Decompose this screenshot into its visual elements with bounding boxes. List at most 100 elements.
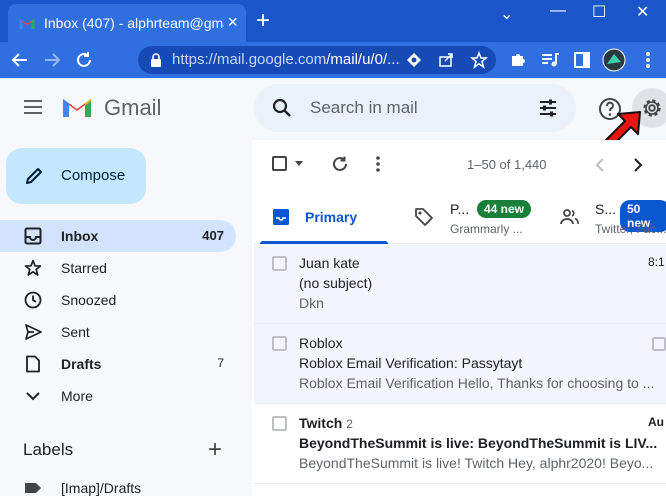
email-checkbox[interactable] (272, 256, 287, 271)
gmail-logo-text[interactable]: Gmail (104, 95, 161, 121)
create-label-button[interactable]: + (208, 436, 222, 464)
sidebar-label-imap-drafts[interactable]: [Imap]/Drafts (0, 472, 236, 496)
email-snippet: Roblox Email Verification Hello, Thanks … (299, 375, 655, 391)
sidebar-item-label: More (61, 388, 93, 404)
tab-primary[interactable]: Primary (254, 190, 389, 244)
send-icon (25, 324, 42, 340)
chevron-down-icon (26, 392, 40, 401)
main-menu-icon[interactable] (22, 98, 44, 116)
pagination-text: 1–50 of 1,440 (467, 157, 547, 172)
clock-icon (24, 291, 42, 309)
url-text: https://mail.google.com/mail/u/0/... (172, 51, 400, 68)
tab-label: P... (450, 201, 470, 217)
email-sender: Roblox (299, 335, 343, 351)
star-icon (24, 259, 42, 276)
select-dropdown-icon[interactable] (294, 160, 304, 168)
tab-close-button[interactable]: × (227, 13, 238, 31)
tab-promotions[interactable]: P... 44 new Grammarly ... (400, 190, 540, 244)
labels-heading: Labels (23, 440, 74, 459)
tab-subtitle: Grammarly ... (450, 222, 523, 236)
extensions-icon[interactable] (506, 48, 530, 72)
forward-arrow-icon[interactable] (40, 48, 64, 72)
browser-tab[interactable]: Inbox (407) - alphrteam@gmail.c × (8, 4, 246, 42)
gmail-logo-icon[interactable] (61, 95, 93, 119)
email-row[interactable]: Roblox Roblox Email Verification: Passyt… (254, 324, 666, 404)
email-snippet: BeyondTheSummit is live! Twitch Hey, alp… (299, 455, 654, 471)
sidebar-item-drafts[interactable]: Drafts 7 (0, 348, 236, 380)
browser-titlebar: Inbox (407) - alphrteam@gmail.c × + ⌄ — … (0, 0, 666, 42)
new-count-badge: 44 new (477, 200, 532, 218)
menu-kebab-icon[interactable] (636, 48, 660, 72)
email-sender-name: Twitch (299, 415, 343, 431)
email-subject: (no subject) (299, 275, 373, 291)
inbox-icon (24, 227, 42, 245)
chevron-right-icon[interactable] (632, 157, 644, 173)
email-time: 8:1 (648, 255, 665, 269)
drafts-count: 7 (217, 356, 224, 370)
sidebar-item-starred[interactable]: Starred (0, 252, 236, 284)
sidebar-item-more[interactable]: More (0, 380, 236, 412)
email-checkbox[interactable] (272, 416, 287, 431)
sidebar-item-sent[interactable]: Sent (0, 316, 236, 348)
sidebar-item-label: Snoozed (61, 292, 117, 308)
sidebar-item-label: Sent (61, 324, 90, 340)
thread-count: 2 (346, 417, 353, 431)
email-subject: Roblox Email Verification: Passytayt (299, 355, 523, 371)
sidebar-item-label: Starred (61, 260, 107, 276)
sidebar-item-label: Inbox (61, 228, 99, 244)
email-time: Au (648, 415, 664, 429)
reload-icon[interactable] (72, 48, 96, 72)
sidebar-item-snoozed[interactable]: Snoozed (0, 284, 236, 316)
tag-icon (415, 208, 433, 226)
refresh-icon[interactable] (331, 155, 349, 173)
address-bar[interactable]: https://mail.google.com/mail/u/0/... (138, 46, 496, 74)
draft-icon (26, 355, 40, 373)
label-tag-icon (25, 483, 41, 493)
tab-social[interactable]: S... 50 new Twitter, Fac... (545, 190, 666, 244)
pencil-icon (26, 168, 42, 184)
search-options-icon[interactable] (538, 98, 558, 118)
inbox-tab-icon (273, 209, 289, 225)
minimize-button[interactable]: — (550, 2, 566, 20)
tab-search-button[interactable]: ⌄ (500, 4, 513, 24)
tab-title: Inbox (407) - alphrteam@gmail.c (44, 15, 224, 31)
search-bar[interactable]: Search in mail (254, 84, 576, 132)
lens-icon[interactable] (406, 52, 422, 68)
compose-button[interactable]: Compose (6, 148, 146, 204)
email-checkbox[interactable] (272, 336, 287, 351)
star-icon[interactable] (470, 51, 488, 69)
search-icon[interactable] (272, 98, 292, 118)
unread-count: 407 (202, 228, 224, 243)
sidebar-label-text: [Imap]/Drafts (61, 480, 142, 496)
people-icon (560, 209, 579, 225)
chevron-left-icon[interactable] (594, 157, 606, 173)
share-icon[interactable] (438, 52, 454, 68)
email-sender: Juan kate (299, 255, 360, 271)
close-window-button[interactable]: ✕ (636, 2, 649, 22)
media-icon[interactable] (538, 48, 562, 72)
profile-avatar-icon[interactable] (602, 48, 626, 72)
more-actions-icon[interactable] (375, 155, 381, 173)
email-row[interactable]: Juan kate (no subject) Dkn 8:1 (254, 244, 666, 324)
url-path: /mail/u/0/... (326, 51, 400, 68)
maximize-button[interactable]: ☐ (592, 2, 606, 22)
email-sender: Twitch 2 (299, 415, 353, 431)
new-tab-button[interactable]: + (256, 9, 270, 33)
sidebar-item-inbox[interactable]: Inbox 407 (0, 220, 236, 252)
email-subject: BeyondTheSummit is live: BeyondTheSummit… (299, 435, 658, 451)
email-checkbox-partial[interactable] (652, 337, 666, 351)
select-all-checkbox[interactable] (272, 156, 287, 171)
sidebar-item-label: Drafts (61, 356, 102, 372)
email-snippet: Dkn (299, 295, 324, 311)
tab-label: S... (595, 201, 617, 217)
tab-label: Primary (305, 209, 358, 225)
tab-subtitle: Twitter, Fac... (595, 222, 666, 236)
email-row[interactable]: Twitch 2 BeyondTheSummit is live: BeyondT… (254, 404, 666, 484)
url-host: https://mail.google.com (172, 51, 327, 68)
back-arrow-icon[interactable] (8, 48, 32, 72)
browser-toolbar: https://mail.google.com/mail/u/0/... (0, 42, 666, 78)
compose-label: Compose (61, 167, 126, 184)
sidepanel-icon[interactable] (570, 48, 594, 72)
lock-icon[interactable] (150, 53, 162, 67)
search-input[interactable]: Search in mail (310, 98, 418, 118)
